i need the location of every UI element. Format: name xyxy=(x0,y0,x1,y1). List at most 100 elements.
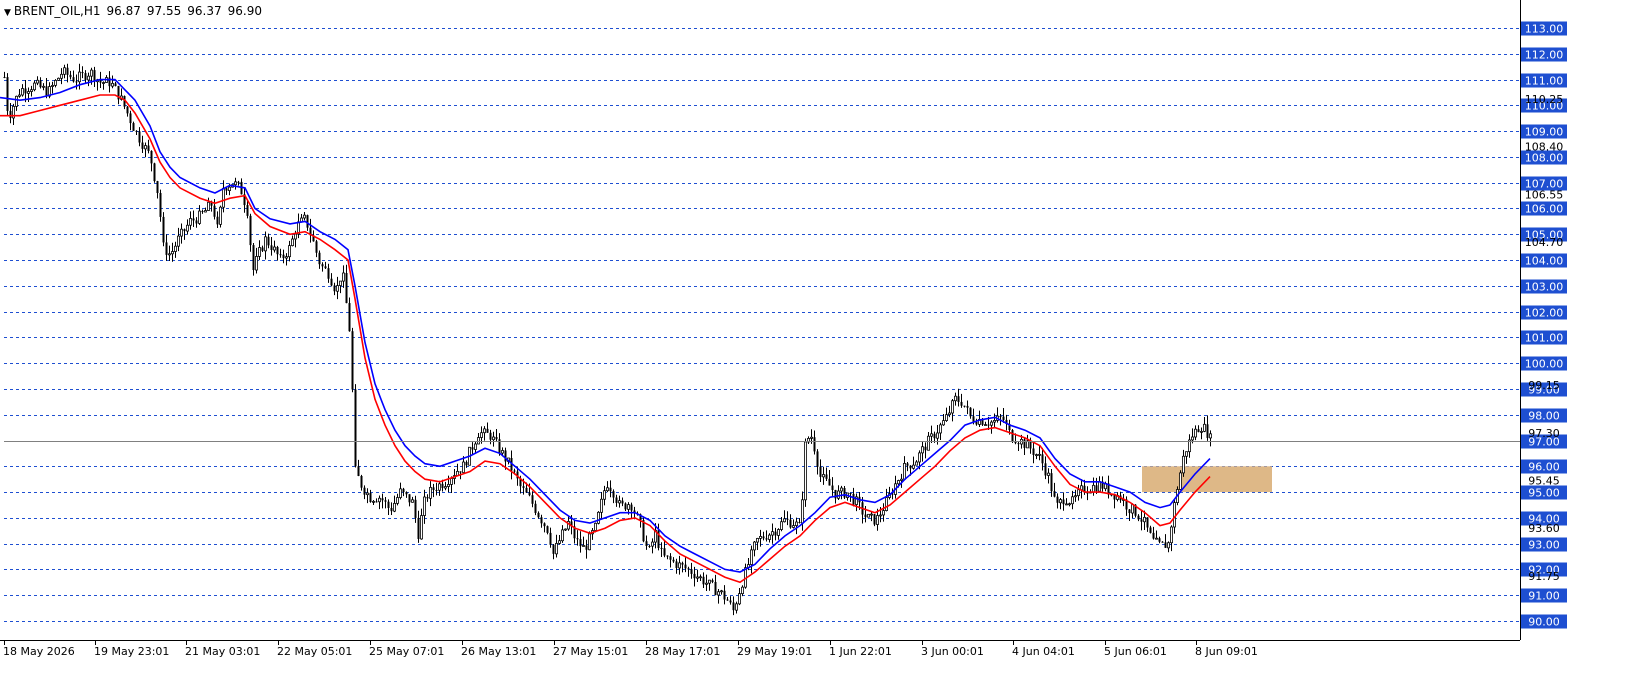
candle-body-up xyxy=(372,500,375,503)
candle-body-down xyxy=(543,523,546,527)
candle-body-down xyxy=(966,405,969,408)
candle-body-up xyxy=(342,272,345,282)
candle-body-up xyxy=(558,540,561,544)
price-tick-label: 97.30 xyxy=(1528,427,1560,440)
price-tick-label: 93.60 xyxy=(1528,522,1560,535)
candle-body-down xyxy=(693,573,696,579)
price-label: 109.00 xyxy=(1525,126,1564,139)
candle-body-down xyxy=(1023,439,1026,448)
candle-body-up xyxy=(168,253,171,256)
candle-body-down xyxy=(957,396,960,402)
candle-body-down xyxy=(789,519,792,528)
candle-body-down xyxy=(819,466,822,477)
candle-body-up xyxy=(1191,436,1194,441)
candle-body-down xyxy=(315,241,318,253)
candle-body-down xyxy=(849,493,852,495)
candle-body-down xyxy=(825,474,828,479)
time-label: 28 May 17:01 xyxy=(645,645,720,658)
candle-body-up xyxy=(840,487,843,492)
candle-body-down xyxy=(1158,538,1161,542)
candle-body-down xyxy=(267,236,270,246)
candle-body-up xyxy=(708,579,711,584)
price-tick-label: 108.40 xyxy=(1525,141,1564,154)
candle-body-down xyxy=(852,493,855,505)
candle-body-up xyxy=(606,487,609,492)
price-tick-label: 106.55 xyxy=(1525,188,1564,201)
candle-body-up xyxy=(411,499,414,503)
price-tick-label: 91.75 xyxy=(1528,570,1560,583)
candle-body-up xyxy=(63,67,66,75)
candle-body-down xyxy=(306,215,309,228)
price-label: 100.00 xyxy=(1525,358,1564,371)
candle-body-down xyxy=(963,405,966,407)
candle-body-down xyxy=(972,416,975,422)
candle-body-down xyxy=(93,70,96,82)
candle-body-down xyxy=(66,67,69,75)
price-tick-label: 110.25 xyxy=(1525,93,1564,106)
candle-body-up xyxy=(33,82,36,91)
candle-body-up xyxy=(204,210,207,213)
candle-body-up xyxy=(600,498,603,513)
chart-window[interactable]: 113.00 112.00 111.00 110.00 109.00 108.00 107.… xyxy=(0,0,1641,693)
candle-body-up xyxy=(396,497,399,504)
candle-body-up xyxy=(378,497,381,503)
candle-body-down xyxy=(348,303,351,332)
candle-body-up xyxy=(339,280,342,286)
candle-body-up xyxy=(189,218,192,226)
candle-body-up xyxy=(171,251,174,255)
candle-body-up xyxy=(288,245,291,258)
candle-body-up xyxy=(174,245,177,252)
candle-body-up xyxy=(990,421,993,426)
candle-body-down xyxy=(786,518,789,520)
candle-body-up xyxy=(1203,423,1206,432)
candle-body-up xyxy=(822,474,825,478)
candle-body-up xyxy=(30,89,33,92)
candle-body-down xyxy=(873,514,876,525)
dropdown-triangle-icon[interactable]: ▼ xyxy=(4,8,11,18)
candle-body-down xyxy=(465,462,468,466)
candle-body-up xyxy=(429,486,432,499)
candle-body-up xyxy=(603,490,606,500)
candle-body-up xyxy=(18,94,21,97)
candle-body-up xyxy=(780,521,783,530)
candle-body-down xyxy=(327,268,330,279)
candle-body-up xyxy=(1155,537,1158,540)
candle-body-up xyxy=(234,181,237,186)
candle-body-up xyxy=(228,186,231,192)
candle-body-down xyxy=(702,576,705,585)
price-tick-label: 99.15 xyxy=(1528,379,1560,392)
candle-body-down xyxy=(201,211,204,213)
candle-body-down xyxy=(579,539,582,547)
price-label: 93.00 xyxy=(1528,539,1560,552)
candle-body-up xyxy=(474,443,477,450)
candle-body-up xyxy=(699,576,702,579)
candle-body-up xyxy=(393,502,396,512)
candle-body-down xyxy=(1062,499,1065,505)
candle-body-up xyxy=(1182,455,1185,474)
candle-body-up xyxy=(294,233,297,240)
candle-body-up xyxy=(900,478,903,481)
candle-body-up xyxy=(198,210,201,224)
candle-body-up xyxy=(336,285,339,292)
candle-body-down xyxy=(1197,429,1200,433)
candle-body-down xyxy=(165,242,168,255)
candle-body-down xyxy=(426,496,429,499)
candle-body-up xyxy=(921,446,924,454)
candle-body-down xyxy=(6,77,9,111)
close-value: 96.90 xyxy=(227,4,262,18)
candle-body-down xyxy=(75,81,78,83)
candle-body-up xyxy=(897,480,900,485)
candle-body-up xyxy=(87,75,90,81)
candle-body-up xyxy=(618,500,621,504)
candle-body-down xyxy=(276,247,279,255)
candle-body-up xyxy=(717,591,720,596)
candle-body-up xyxy=(219,206,222,225)
candle-body-up xyxy=(285,256,288,259)
price-chart[interactable]: 113.00112.00111.00110.00109.00108.00107.… xyxy=(0,0,1641,693)
candle-body-up xyxy=(1074,495,1077,498)
candle-body-down xyxy=(528,492,531,496)
candle-body-down xyxy=(663,548,666,556)
candle-body-up xyxy=(477,437,480,445)
price-label: 104.00 xyxy=(1525,255,1564,268)
candle-body-down xyxy=(933,433,936,439)
